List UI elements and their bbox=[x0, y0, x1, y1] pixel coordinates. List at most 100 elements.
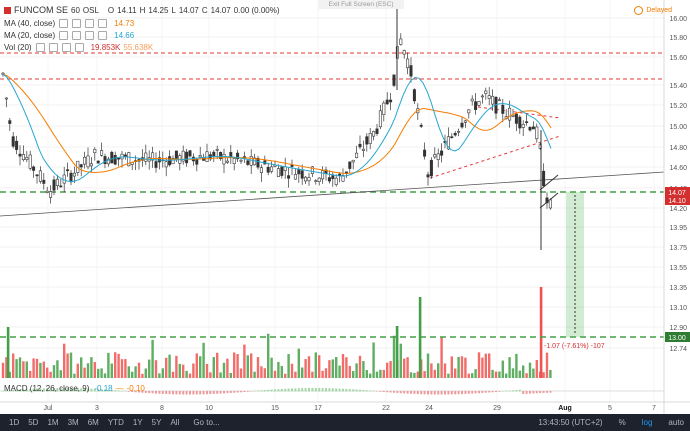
more-icon[interactable] bbox=[98, 31, 108, 40]
volume-bar bbox=[15, 359, 18, 378]
settings-icon[interactable] bbox=[72, 31, 82, 40]
volume-bar bbox=[501, 360, 504, 378]
ma20-legend[interactable]: MA (20, close) 14.66 bbox=[4, 31, 134, 40]
clock-readout: 13:43:50 (UTC+2) bbox=[538, 418, 603, 427]
macd-histogram-bar bbox=[348, 389, 351, 392]
symbol-name[interactable]: FUNCOM SE bbox=[14, 5, 68, 15]
volume-bar bbox=[127, 366, 130, 378]
volume-legend[interactable]: Vol (20) 19.853K 55.638K bbox=[4, 43, 153, 52]
volume-bar bbox=[192, 363, 195, 378]
symbol-icon bbox=[4, 6, 11, 14]
range-6m[interactable]: 6M bbox=[88, 418, 99, 427]
range-1y[interactable]: 1Y bbox=[133, 418, 143, 427]
candle-body bbox=[351, 159, 355, 163]
macd-histogram-bar bbox=[372, 390, 375, 392]
candle-body bbox=[293, 174, 297, 180]
ohlc-high-label: H bbox=[139, 5, 146, 15]
goto-button[interactable]: Go to... bbox=[193, 418, 219, 427]
exit-fullscreen-button[interactable]: Exit Full Screen (ESC) bbox=[318, 0, 404, 9]
volume-bar bbox=[39, 362, 42, 378]
more-icon[interactable] bbox=[74, 43, 84, 52]
more-icon[interactable] bbox=[98, 19, 108, 28]
range-1d[interactable]: 1D bbox=[9, 418, 19, 427]
volume-bar bbox=[314, 352, 317, 378]
close-icon[interactable] bbox=[61, 43, 71, 52]
range-5y[interactable]: 5Y bbox=[152, 418, 162, 427]
macd-histogram-bar bbox=[274, 389, 276, 392]
macd-histogram-bar bbox=[539, 391, 542, 394]
candle-body bbox=[15, 140, 19, 150]
percent-toggle[interactable]: % bbox=[619, 418, 626, 427]
macd-histogram-bar bbox=[199, 391, 202, 395]
range-3m[interactable]: 3M bbox=[68, 418, 79, 427]
macd-histogram-bar bbox=[406, 391, 409, 394]
eye-icon[interactable] bbox=[59, 31, 69, 40]
price-tick-label: 13.10 bbox=[669, 305, 687, 312]
price-tick-label: 14.60 bbox=[669, 165, 687, 172]
macd-histogram-bar bbox=[287, 388, 290, 392]
eye-icon[interactable] bbox=[35, 43, 45, 52]
volume-bar bbox=[76, 363, 79, 378]
volume-bar bbox=[460, 356, 464, 378]
macd-histogram-bar bbox=[379, 391, 382, 392]
volume-bar bbox=[185, 370, 188, 378]
candle-body bbox=[164, 161, 168, 168]
macd-histogram-bar bbox=[165, 391, 168, 395]
volume-bar bbox=[321, 370, 324, 378]
macd-histogram-bar bbox=[410, 391, 412, 394]
price-tick-label: 14.20 bbox=[669, 206, 687, 213]
range-ytd[interactable]: YTD bbox=[108, 418, 124, 427]
price-tick-label: 14.80 bbox=[669, 145, 687, 152]
volume-bar bbox=[311, 371, 314, 378]
volume-bar bbox=[471, 373, 474, 378]
volume-bar bbox=[66, 353, 69, 378]
volume-bar bbox=[443, 363, 447, 378]
candle-body bbox=[321, 170, 325, 180]
settings-icon[interactable] bbox=[72, 19, 82, 28]
volume-bar bbox=[158, 373, 161, 378]
macd-legend[interactable]: MACD (12, 26, close, 9) -0.18 — -0.10 bbox=[4, 384, 145, 393]
price-chart[interactable]: -1.07 (-7.61%) -107 16.00 15.80 15.60 15.40… bbox=[0, 0, 690, 431]
macd-histogram-bar bbox=[219, 391, 222, 394]
time-tick-label: 15 bbox=[271, 405, 279, 412]
candle-body bbox=[382, 102, 386, 115]
range-1m[interactable]: 1M bbox=[47, 418, 58, 427]
macd-histogram-bar bbox=[416, 391, 419, 395]
volume-bar bbox=[508, 357, 511, 378]
eye-icon[interactable] bbox=[59, 19, 69, 28]
auto-toggle[interactable]: auto bbox=[668, 418, 684, 427]
log-toggle[interactable]: log bbox=[642, 418, 653, 427]
volume-bar bbox=[260, 366, 263, 378]
volume-bar bbox=[409, 372, 413, 378]
candle-body bbox=[307, 177, 311, 182]
macd-histogram-bar bbox=[403, 391, 406, 394]
moving-averages bbox=[2, 73, 552, 183]
volume-bar bbox=[539, 287, 543, 378]
macd-histogram-bar bbox=[328, 388, 331, 392]
ma40-legend[interactable]: MA (40, close) 14.73 bbox=[4, 19, 134, 28]
macd-histogram-bar bbox=[532, 391, 535, 394]
volume-bar bbox=[307, 356, 311, 378]
settings-icon[interactable] bbox=[48, 43, 58, 52]
ma40-label: MA (40, close) bbox=[4, 19, 56, 28]
macd-histogram-bar bbox=[325, 388, 327, 392]
symbol-header[interactable]: FUNCOM SE 60 OSL O 14.11 H 14.25 L 14.07 C1… bbox=[4, 5, 280, 15]
macd-histogram-bar bbox=[440, 391, 443, 395]
volume-bar bbox=[52, 365, 56, 378]
candle-body bbox=[368, 133, 372, 144]
volume-bar bbox=[49, 371, 52, 378]
range-all[interactable]: All bbox=[170, 418, 179, 427]
symbol-interval[interactable]: 60 bbox=[71, 6, 80, 15]
candle-body bbox=[304, 176, 308, 182]
range-5d[interactable]: 5D bbox=[28, 418, 38, 427]
chart-grid bbox=[0, 0, 664, 402]
macd-histogram-bar bbox=[246, 391, 249, 392]
volume-value: 19.853K bbox=[90, 43, 121, 52]
time-tick-label: 10 bbox=[205, 405, 213, 412]
volume-bar bbox=[83, 367, 86, 378]
volume-bar bbox=[46, 367, 49, 378]
candle-body bbox=[402, 50, 406, 55]
close-icon[interactable] bbox=[85, 19, 95, 28]
close-icon[interactable] bbox=[85, 31, 95, 40]
volume-bar bbox=[433, 369, 436, 378]
